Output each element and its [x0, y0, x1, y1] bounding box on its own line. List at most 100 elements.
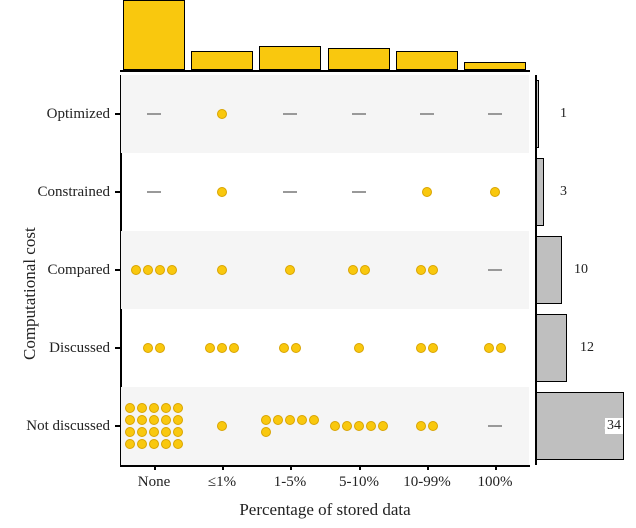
- cell-empty-dash: [352, 191, 366, 193]
- cell-dot: [416, 265, 426, 275]
- right-bar: [536, 80, 539, 148]
- y-tick: [115, 113, 120, 115]
- row-total-label: 12: [580, 340, 594, 356]
- y-tick: [115, 269, 120, 271]
- cell-dot: [125, 439, 135, 449]
- cell-empty-dash: [147, 191, 161, 193]
- cell-empty-dash: [283, 191, 297, 193]
- top-bar: [259, 46, 321, 70]
- right-bar: [536, 236, 562, 304]
- cell-dot: [416, 421, 426, 431]
- cell-dot: [428, 265, 438, 275]
- cell-dot: [173, 403, 183, 413]
- y-cat-label: Optimized: [0, 106, 110, 123]
- cell-dot: [428, 343, 438, 353]
- row-band: [121, 75, 529, 153]
- cell-dot: [273, 415, 283, 425]
- x-cat-label: 100%: [465, 474, 525, 491]
- cell-dot: [125, 403, 135, 413]
- cell-dot: [161, 415, 171, 425]
- top-marginal-baseline: [120, 70, 530, 72]
- x-tick: [222, 465, 224, 470]
- cell-dot: [378, 421, 388, 431]
- cell-dot: [217, 421, 227, 431]
- cell-dot: [285, 265, 295, 275]
- cell-dot: [217, 187, 227, 197]
- cell-dot: [330, 421, 340, 431]
- x-tick: [427, 465, 429, 470]
- y-cat-label: Compared: [0, 262, 110, 279]
- cell-dot: [125, 415, 135, 425]
- cell-dot: [354, 343, 364, 353]
- cell-dot: [342, 421, 352, 431]
- cell-dot: [422, 187, 432, 197]
- x-cat-label: 1-5%: [260, 474, 320, 491]
- cell-dot: [484, 343, 494, 353]
- cell-dot: [143, 265, 153, 275]
- x-cat-label: 10-99%: [397, 474, 457, 491]
- cell-empty-dash: [352, 113, 366, 115]
- x-cat-label: ≤1%: [192, 474, 252, 491]
- row-total-label: 10: [574, 262, 588, 278]
- cell-dot: [366, 421, 376, 431]
- cell-empty-dash: [420, 113, 434, 115]
- cell-empty-dash: [488, 113, 502, 115]
- x-axis-title: Percentage of stored data: [120, 500, 530, 520]
- row-total-label-alt: 34: [605, 418, 623, 434]
- cell-dot: [348, 265, 358, 275]
- row-total-label: 1: [560, 106, 567, 122]
- right-bar: [536, 314, 567, 382]
- top-bar: [123, 0, 185, 70]
- cell-dot: [428, 421, 438, 431]
- y-tick: [115, 347, 120, 349]
- cell-dot: [309, 415, 319, 425]
- cell-dot: [137, 439, 147, 449]
- cell-dot: [173, 439, 183, 449]
- cell-dot: [143, 343, 153, 353]
- cell-dot: [261, 427, 271, 437]
- top-bar: [328, 48, 390, 70]
- cell-dot: [137, 427, 147, 437]
- x-tick: [495, 465, 497, 470]
- cell-dot: [496, 343, 506, 353]
- cell-dot: [285, 415, 295, 425]
- y-cat-label: Not discussed: [0, 418, 110, 435]
- cell-dot: [149, 427, 159, 437]
- top-bar: [191, 51, 253, 70]
- cell-dot: [297, 415, 307, 425]
- cell-dot: [279, 343, 289, 353]
- cell-dot: [217, 343, 227, 353]
- cell-dot: [490, 187, 500, 197]
- cell-dot: [149, 439, 159, 449]
- x-tick: [154, 465, 156, 470]
- top-bar: [396, 51, 458, 70]
- chart-root: Computational cost Percentage of stored …: [0, 0, 636, 528]
- cell-dot: [167, 265, 177, 275]
- x-cat-label: None: [124, 474, 184, 491]
- cell-dot: [155, 343, 165, 353]
- x-cat-label: 5-10%: [329, 474, 389, 491]
- cell-dot: [261, 415, 271, 425]
- row-band: [121, 387, 529, 465]
- cell-dot: [125, 427, 135, 437]
- row-total-label: 3: [560, 184, 567, 200]
- cell-empty-dash: [488, 425, 502, 427]
- cell-dot: [173, 427, 183, 437]
- cell-dot: [229, 343, 239, 353]
- cell-dot: [416, 343, 426, 353]
- cell-dot: [217, 109, 227, 119]
- top-bar: [464, 62, 526, 70]
- y-cat-label: Discussed: [0, 340, 110, 357]
- y-cat-label: Constrained: [0, 184, 110, 201]
- cell-dot: [161, 439, 171, 449]
- y-tick: [115, 191, 120, 193]
- y-tick: [115, 425, 120, 427]
- cell-dot: [155, 265, 165, 275]
- cell-dot: [149, 403, 159, 413]
- cell-dot: [217, 265, 227, 275]
- cell-dot: [173, 415, 183, 425]
- cell-dot: [291, 343, 301, 353]
- cell-empty-dash: [147, 113, 161, 115]
- cell-dot: [354, 421, 364, 431]
- cell-dot: [137, 415, 147, 425]
